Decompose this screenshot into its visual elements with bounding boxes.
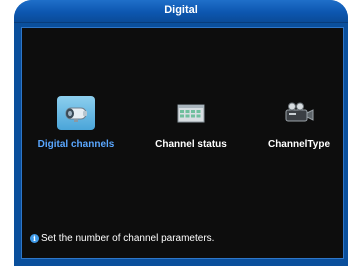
digital-window: Digital Digital channels Channel status … [14,0,348,266]
title-bar: Digital [14,0,348,23]
menu-item-label: Digital channels [37,139,115,150]
hint-text: Set the number of channel parameters. [41,233,215,244]
menu-item-label: ChannelType [267,139,331,150]
menu-item-label: Channel status [155,139,227,150]
window-title: Digital [164,4,198,16]
info-icon: i [30,234,39,243]
camera-icon [57,96,95,130]
menu-item-channel-type[interactable]: ChannelType [249,96,348,156]
video-camera-icon [280,96,318,130]
menu-item-digital-channels[interactable]: Digital channels [26,96,126,156]
content-panel: Digital channels Channel status ChannelT… [21,27,344,259]
status-hint: i Set the number of channel parameters. [30,233,214,244]
menu-item-channel-status[interactable]: Channel status [141,96,241,156]
status-grid-icon [172,96,210,130]
